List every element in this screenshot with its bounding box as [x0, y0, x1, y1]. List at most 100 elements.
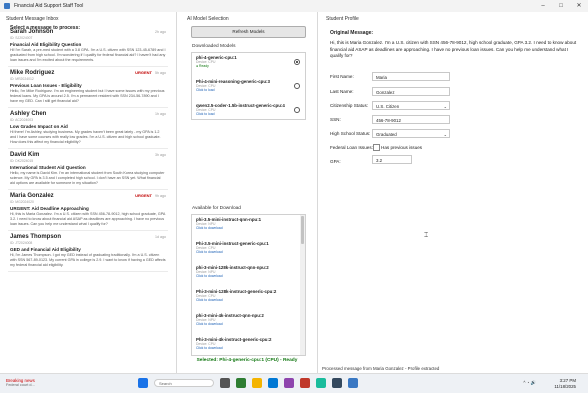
message-item[interactable]: Maria Gonzalez URGENT 9h ago ID: MG2024020 U… — [8, 190, 168, 231]
original-message-text: Hi, this is Maria Gonzalez. I'm a U.S. c… — [330, 40, 577, 58]
available-model-item[interactable]: Phi-3.5-mini-instruct-generic-cpu:1 Devic… — [192, 239, 305, 263]
model-status: Selected: Phi-4-generic-cpu:1 (CPU) - Re… — [196, 358, 298, 363]
terminal-icon[interactable] — [332, 378, 342, 388]
message-time: 5h ago — [155, 71, 166, 75]
app-icon-teal[interactable] — [316, 378, 326, 388]
downloaded-model-item[interactable]: phi-4-generic-cpu:1 Device: CPU ● Ready — [192, 53, 305, 77]
model-radio[interactable] — [294, 83, 300, 89]
sender-name: Maria Gonzalez — [10, 193, 54, 199]
citizenship-value: U.S. Citizen — [376, 104, 400, 109]
model-radio[interactable] — [294, 107, 300, 113]
sender-name: David Kim — [10, 152, 40, 158]
student-id: ID: MR2024012 — [10, 77, 34, 81]
available-models-title: Available for Download — [192, 206, 241, 211]
start-icon[interactable] — [138, 378, 148, 388]
mouse-cursor-icon: ⌶ — [424, 232, 429, 239]
message-preview: Hi there! I'm Ashley, studying business.… — [10, 130, 161, 144]
urgent-badge: URGENT — [135, 193, 152, 198]
ssn-field[interactable]: 456-78-9012 — [372, 115, 450, 124]
minimize-button[interactable]: – — [534, 0, 552, 12]
available-model-item[interactable]: phi-3-mini-128k-instruct-qnn-npu:2 Device… — [192, 263, 305, 287]
store-icon[interactable] — [284, 378, 294, 388]
high-school-value: Graduated — [376, 132, 397, 137]
news-subtitle: Federal court d... — [6, 383, 35, 387]
urgent-badge: URGENT — [135, 70, 152, 75]
download-link[interactable]: Click to download — [196, 274, 301, 278]
message-time: 2h ago — [155, 30, 166, 34]
maximize-button[interactable]: □ — [552, 0, 570, 12]
message-subject: URGENT: Aid Deadline Approaching — [10, 206, 89, 211]
chevron-down-icon: ⌄ — [443, 132, 447, 137]
financial-aid-app-icon[interactable] — [348, 378, 358, 388]
available-model-item[interactable]: phi-3-mini-4k-instruct-qnn-npu:2 Device: … — [192, 311, 305, 335]
student-id: ID: SJ2024007 — [10, 36, 33, 40]
ssn-label: SSN: — [330, 117, 341, 122]
clock[interactable]: 3:27 PM 11/18/2025 — [554, 378, 576, 389]
download-link[interactable]: Click to download — [196, 226, 301, 230]
refresh-models-button[interactable]: Refresh Models — [191, 26, 306, 38]
model-section-title: AI Model Selection — [187, 16, 229, 22]
window-controls: – □ ✕ — [534, 0, 588, 12]
app-icon-red[interactable] — [300, 378, 310, 388]
model-action[interactable]: ● Ready — [196, 64, 301, 68]
last-name-field[interactable]: Gonzalez — [372, 87, 450, 96]
available-models-list: phi-3.5-mini-instruct-qnn-npu:1 Device: N… — [191, 214, 306, 356]
taskbar: Breaking news Federal court d... Search … — [0, 373, 588, 393]
high-school-select[interactable]: Graduated ⌄ — [372, 129, 450, 138]
profile-pane: Student Profile — [318, 12, 588, 373]
message-subject: International Student Aid Question — [10, 165, 86, 170]
message-time: 3h ago — [155, 153, 166, 157]
available-model-item[interactable]: phi-3.5-mini-instruct-qnn-npu:1 Device: N… — [192, 215, 305, 239]
app-icon — [4, 3, 10, 9]
profile-status: Processed message from Maria Gonzalez - … — [322, 366, 440, 371]
sender-name: James Thompson — [10, 234, 62, 240]
message-preview: Hello, my name is David Kim. I'm an inte… — [10, 171, 165, 185]
downloaded-model-item[interactable]: qwen2.5-coder-1.5b-instruct-generic-cpu:… — [192, 101, 305, 119]
message-subject: GED and Financial Aid Eligibility — [10, 247, 81, 252]
message-item[interactable]: James Thompson 1d ago ID: JT2024008 GED and… — [8, 231, 168, 272]
sender-name: Sarah Johnson — [10, 29, 54, 35]
model-radio[interactable] — [294, 59, 300, 65]
first-name-label: First Name: — [330, 74, 354, 79]
model-action[interactable]: Click to load — [196, 88, 301, 92]
loan-issues-checkbox[interactable] — [373, 144, 380, 151]
loan-issues-checkbox-label: Has previous issues — [381, 145, 423, 150]
first-name-field[interactable]: Maria — [372, 72, 450, 81]
original-message-title: Original Message: — [330, 30, 374, 36]
news-widget[interactable]: Breaking news Federal court d... — [6, 378, 35, 388]
message-subject: Financial Aid Eligibility Question — [10, 42, 82, 47]
high-school-label: High School Status: — [330, 131, 371, 136]
available-model-item[interactable]: Phi-3-mini-4k-instruct-generic-cpu:2 Devi… — [192, 335, 305, 355]
available-model-item[interactable]: Phi-3-mini-128k-instruct-generic-cpu:2 De… — [192, 287, 305, 311]
citizenship-select[interactable]: U.S. Citizen ⌄ — [372, 101, 450, 110]
system-tray[interactable]: ^ ◔ 🔊 — [523, 380, 536, 386]
download-link[interactable]: Click to download — [196, 298, 301, 302]
available-scrollbar[interactable] — [300, 215, 305, 355]
message-time: 1h ago — [155, 112, 166, 116]
student-id: ID: AC2024003 — [10, 118, 33, 122]
taskbar-search[interactable]: Search — [154, 379, 214, 387]
gpa-field[interactable]: 3.2 — [372, 155, 412, 164]
student-id: ID: JT2024008 — [10, 241, 33, 245]
downloaded-model-item[interactable]: Phi-4-mini-reasoning-generic-cpu:3 Device… — [192, 77, 305, 101]
taskbar-icons: Search — [138, 378, 358, 388]
message-item[interactable]: Sarah Johnson 2h ago ID: SJ2024007 Financia… — [8, 26, 168, 67]
message-item[interactable]: Ashley Chen 1h ago ID: AC2024003 Low Grades… — [8, 108, 168, 149]
message-subject: Low Grades Impact on Aid — [10, 124, 68, 129]
message-item[interactable]: Mike Rodriguez URGENT 5h ago ID: MR2024012 P… — [8, 67, 168, 108]
download-link[interactable]: Click to download — [196, 322, 301, 326]
scrollbar-thumb[interactable] — [301, 216, 304, 244]
file-explorer-icon[interactable] — [252, 378, 262, 388]
download-link[interactable]: Click to download — [196, 250, 301, 254]
edge-icon[interactable] — [268, 378, 278, 388]
message-item[interactable]: David Kim 3h ago ID: DK2024015 Internationa… — [8, 149, 168, 190]
message-preview: Hello, I'm Mike Rodriguez. I'm an engine… — [10, 89, 165, 103]
sender-name: Mike Rodriguez — [10, 70, 55, 76]
copilot-icon[interactable] — [236, 378, 246, 388]
close-button[interactable]: ✕ — [570, 0, 588, 12]
model-action[interactable]: Click to load — [196, 112, 301, 116]
task-view-icon[interactable] — [220, 378, 230, 388]
profile-title: Student Profile — [326, 16, 359, 22]
download-link[interactable]: Click to download — [196, 346, 301, 350]
message-subject: Previous Loan Issues - Eligibility — [10, 83, 82, 88]
